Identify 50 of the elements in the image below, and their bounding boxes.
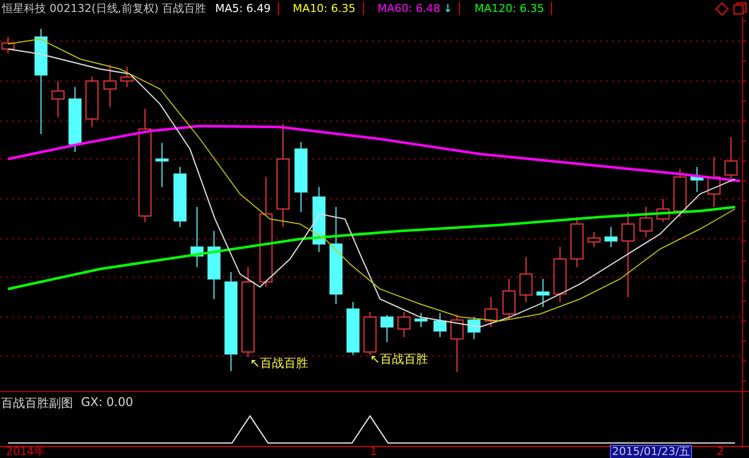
candlestick bbox=[520, 256, 532, 303]
candlestick bbox=[450, 314, 464, 373]
indicator-title: 百战百胜副图 bbox=[1, 395, 73, 412]
candlestick bbox=[570, 216, 584, 268]
candlestick bbox=[312, 186, 326, 253]
ma-reading: MA5: 6.49 bbox=[215, 2, 271, 16]
candlestick bbox=[104, 64, 116, 108]
diamond-icon bbox=[715, 2, 729, 16]
candlestick bbox=[414, 312, 428, 328]
candlestick bbox=[2, 36, 14, 54]
axis-label: 2 bbox=[717, 446, 724, 458]
candlestick bbox=[346, 302, 360, 356]
signal-label: ↖百战百胜 bbox=[370, 351, 428, 368]
candlestick bbox=[536, 278, 550, 308]
gx-reading: GX: 0.00 bbox=[81, 395, 134, 412]
candlestick bbox=[434, 312, 446, 338]
ma-reading: MA10: 6.35 bbox=[292, 2, 356, 16]
candlestick bbox=[690, 166, 704, 193]
axis-label: 1 bbox=[370, 446, 377, 458]
candlestick bbox=[554, 246, 566, 303]
ma-reading: MA60: 6.48 bbox=[378, 2, 440, 16]
stock-title: 恒星科技 002132(日线,前复权) 百战百胜 bbox=[2, 1, 206, 16]
candlestick bbox=[640, 206, 652, 238]
candlestick bbox=[174, 166, 186, 228]
candlestick bbox=[68, 86, 82, 153]
candlestick bbox=[588, 232, 600, 248]
candlestick bbox=[294, 142, 308, 213]
candlestick bbox=[484, 296, 498, 328]
candlestick bbox=[190, 206, 204, 268]
candlestick bbox=[208, 230, 220, 300]
candlestick bbox=[502, 278, 516, 320]
ma-reading: MA120: 6.35 bbox=[474, 2, 544, 16]
candlestick bbox=[604, 226, 618, 248]
candlestick bbox=[708, 156, 720, 208]
axis-label: 2014年 bbox=[6, 446, 45, 458]
candlestick bbox=[674, 168, 686, 218]
window-icon bbox=[733, 2, 747, 16]
candlestick bbox=[364, 312, 376, 356]
candlestick bbox=[120, 66, 134, 88]
trend-arrow: ↓ bbox=[443, 2, 452, 16]
candlestick bbox=[468, 316, 480, 340]
candlestick bbox=[398, 312, 410, 338]
candlestick bbox=[86, 76, 98, 128]
candlestick bbox=[156, 142, 168, 188]
candlestick bbox=[656, 198, 670, 223]
signal-label: ↖百战百胜 bbox=[250, 355, 308, 372]
cursor-date: 2015/01/23/五 bbox=[611, 446, 692, 458]
candlestick bbox=[52, 80, 64, 118]
candlestick bbox=[380, 314, 394, 343]
candlestick bbox=[724, 136, 738, 183]
